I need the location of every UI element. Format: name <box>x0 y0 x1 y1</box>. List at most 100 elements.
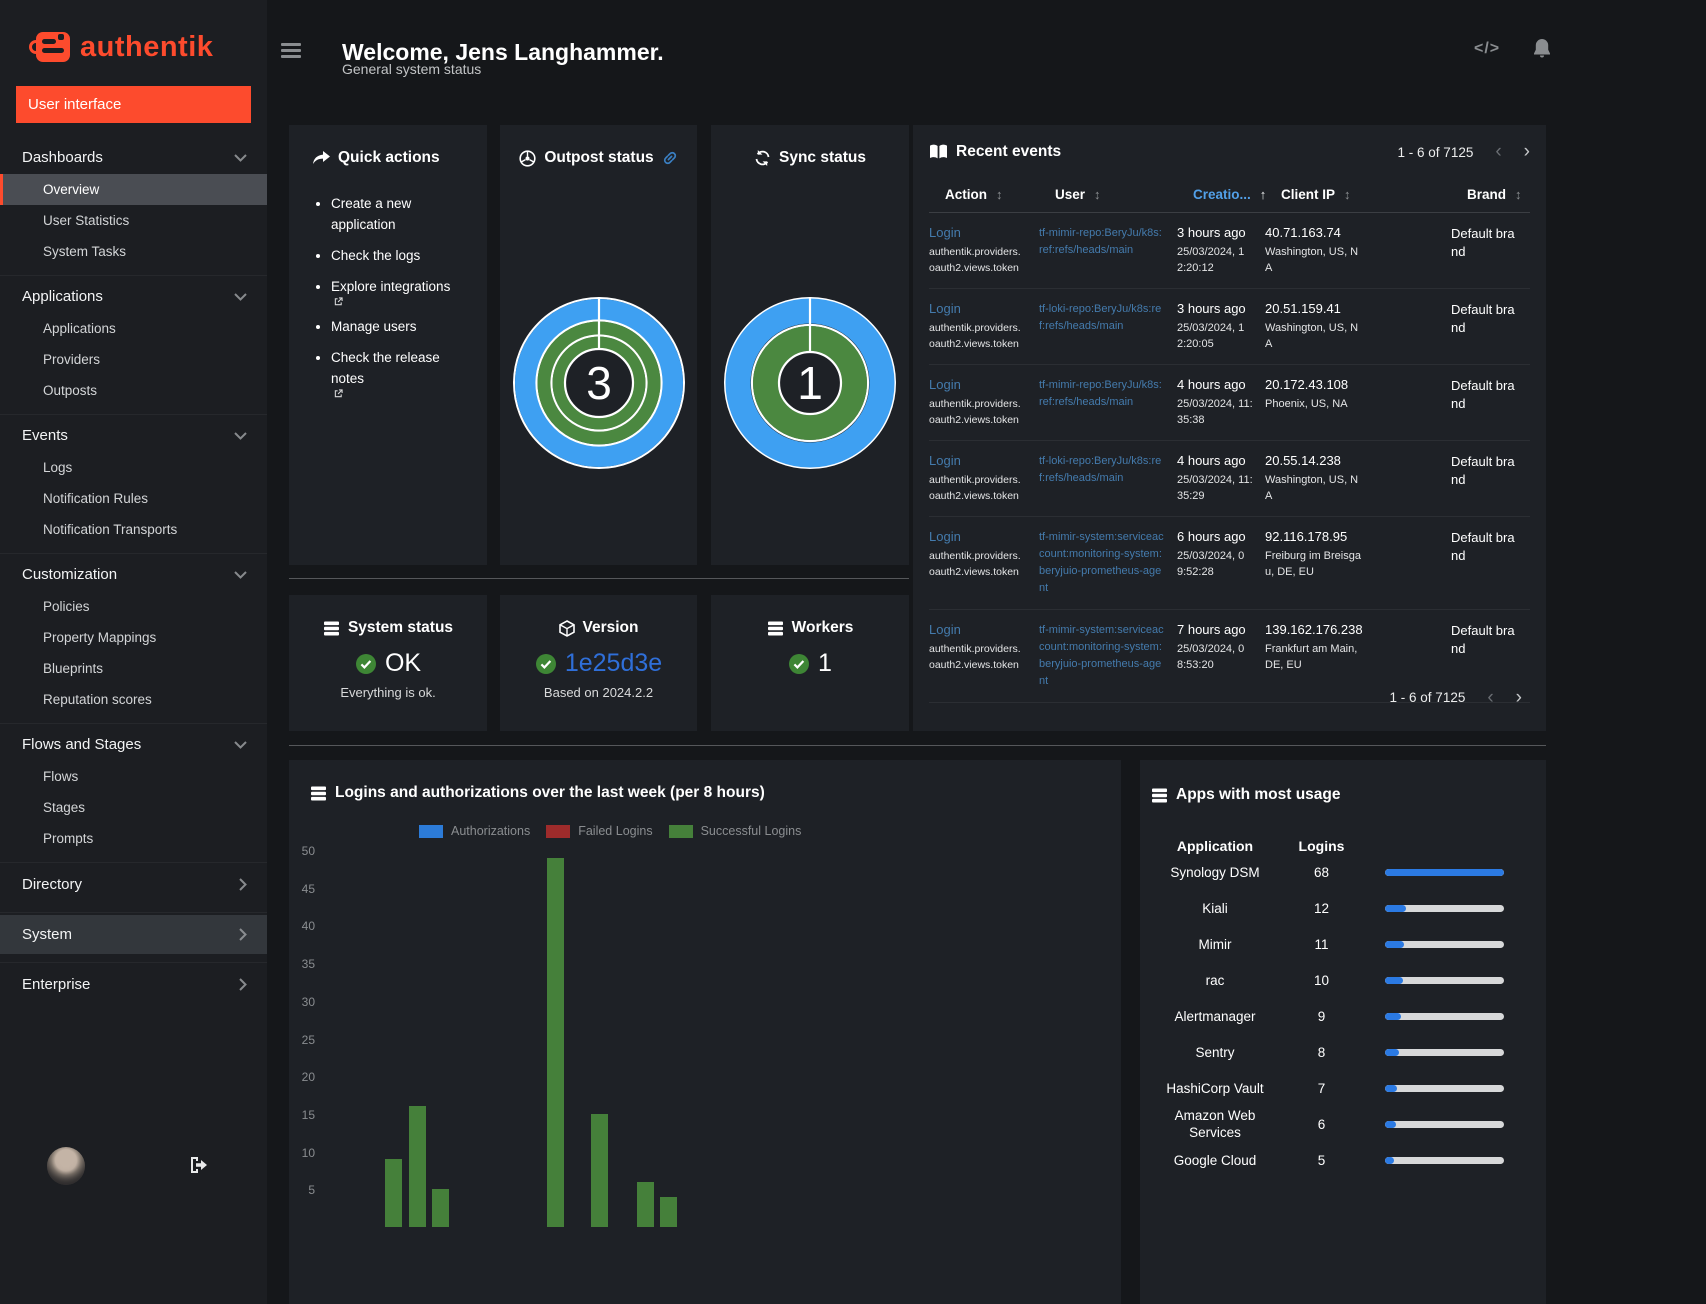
sidebar-item-user-statistics[interactable]: User Statistics <box>0 205 267 236</box>
sidebar-item-providers[interactable]: Providers <box>0 344 267 375</box>
logins-chart-card: Logins and authorizations over the last … <box>289 760 1121 1304</box>
event-action-link[interactable]: Login <box>929 453 1027 468</box>
hamburger-menu-icon[interactable] <box>281 43 301 59</box>
sidebar-section-label: Directory <box>22 876 83 893</box>
events-column-header-brand[interactable]: Brand ↕ <box>1467 187 1546 202</box>
pagination-prev-button[interactable]: ‹ <box>1495 142 1501 161</box>
apps-row-kiali: Kiali 12 <box>1151 890 1546 926</box>
sidebar-item-events[interactable]: Events <box>0 417 267 452</box>
event-action-link[interactable]: Login <box>929 301 1027 316</box>
sidebar-section-flows-and-stages: Flows and Stages Flows Stages Prompts <box>0 723 267 862</box>
bar-successful-logins <box>432 1189 449 1227</box>
events-column-header-user[interactable]: User ↕ <box>1055 187 1193 202</box>
chevron-right-icon <box>239 928 247 941</box>
event-action-link[interactable]: Login <box>929 225 1027 240</box>
sidebar-item-reputation-scores[interactable]: Reputation scores <box>0 684 267 715</box>
events-table-body: Login authentik.providers.oauth2.views.to… <box>929 213 1530 703</box>
sidebar-item-notification-rules[interactable]: Notification Rules <box>0 483 267 514</box>
event-client-location: Freiburg im Breisgau, DE, EU <box>1265 550 1361 578</box>
authentik-logo-icon <box>29 32 70 62</box>
sidebar-item-stages[interactable]: Stages <box>0 792 267 823</box>
pagination-next-button[interactable]: › <box>1516 688 1522 707</box>
event-user-cell: tf-mimir-system:serviceaccount:monitorin… <box>1039 529 1177 597</box>
quick-action-manage-users[interactable]: Manage users <box>331 316 463 337</box>
sidebar-item-logs[interactable]: Logs <box>0 452 267 483</box>
app-usage-bar <box>1385 1012 1504 1020</box>
app-login-count: 12 <box>1313 900 1330 916</box>
version-title: Version <box>582 619 639 636</box>
event-user-link[interactable]: tf-mimir-system:serviceaccount:monitorin… <box>1039 529 1165 597</box>
logout-icon[interactable] <box>189 1156 209 1174</box>
pagination-bottom: 1 - 6 of 7125 ‹ › <box>1390 688 1522 707</box>
event-action-detail: authentik.providers.oauth2.views.token <box>929 643 1021 671</box>
quick-action-explore-integrations[interactable]: Explore integrations <box>331 276 463 306</box>
event-action-link[interactable]: Login <box>929 377 1027 392</box>
sidebar-item-applications[interactable]: Applications <box>0 278 267 313</box>
y-axis-tick-label: 25 <box>301 1032 315 1047</box>
pagination-prev-button[interactable]: ‹ <box>1487 688 1493 707</box>
quick-action-check-the-logs[interactable]: Check the logs <box>331 245 463 266</box>
event-row: Login authentik.providers.oauth2.views.to… <box>929 441 1530 517</box>
sidebar-item-overview[interactable]: Overview <box>0 174 267 205</box>
event-time-relative: 3 hours ago <box>1177 225 1246 240</box>
quick-action-create-a-new-application[interactable]: Create a new application <box>331 193 463 235</box>
app-login-count: 6 <box>1317 1116 1326 1132</box>
event-user-link[interactable]: tf-mimir-system:serviceaccount:monitorin… <box>1039 622 1165 690</box>
app-usage-bar <box>1385 976 1504 984</box>
event-user-link[interactable]: tf-loki-repo:BeryJu/k8s:ref:refs/heads/m… <box>1039 453 1165 487</box>
app-name: Kiali <box>1202 900 1228 916</box>
quick-action-check-the-release-notes[interactable]: Check the release notes <box>331 347 463 398</box>
sidebar-item-flows-and-stages[interactable]: Flows and Stages <box>0 726 267 761</box>
sidebar-nav: Dashboards Overview User Statistics System … <box>0 137 267 1012</box>
avatar[interactable] <box>47 1147 85 1185</box>
event-action-detail: authentik.providers.oauth2.views.token <box>929 398 1021 426</box>
app-name: Google Cloud <box>1173 1152 1257 1168</box>
notification-bell-icon[interactable] <box>1532 38 1552 60</box>
pagination-next-button[interactable]: › <box>1524 142 1530 161</box>
sidebar-item-system[interactable]: System <box>0 915 267 954</box>
event-time-relative: 6 hours ago <box>1177 529 1246 544</box>
chevron-down-icon <box>234 292 247 301</box>
sidebar-item-flows[interactable]: Flows <box>0 761 267 792</box>
sidebar-item-property-mappings[interactable]: Property Mappings <box>0 622 267 653</box>
event-user-link[interactable]: tf-loki-repo:BeryJu/k8s:ref:refs/heads/m… <box>1039 301 1165 335</box>
sidebar-item-applications[interactable]: Applications <box>0 313 267 344</box>
column-label: Action <box>945 187 987 202</box>
share-arrow-icon <box>313 150 330 166</box>
sidebar-item-outposts[interactable]: Outposts <box>0 375 267 406</box>
sidebar-item-blueprints[interactable]: Blueprints <box>0 653 267 684</box>
event-user-link[interactable]: tf-mimir-repo:BeryJu/k8s:ref:refs/heads/… <box>1039 225 1165 259</box>
events-column-header-client-ip[interactable]: Client IP ↕ <box>1281 187 1467 202</box>
sidebar-item-enterprise[interactable]: Enterprise <box>0 965 267 1004</box>
event-user-link[interactable]: tf-mimir-repo:BeryJu/k8s:ref:refs/heads/… <box>1039 377 1165 411</box>
sidebar-item-notification-transports[interactable]: Notification Transports <box>0 514 267 545</box>
events-column-header-creatio-[interactable]: Creatio... ↑ <box>1193 187 1281 202</box>
event-client-ip-cell: 20.55.14.238 Washington, US, NA <box>1265 453 1451 504</box>
sidebar-item-customization[interactable]: Customization <box>0 556 267 591</box>
outpost-icon <box>519 149 536 167</box>
event-brand-cell: Default brand <box>1451 622 1530 690</box>
sidebar-section-events: Events Logs Notification Rules Notification… <box>0 414 267 553</box>
sidebar-item-policies[interactable]: Policies <box>0 591 267 622</box>
sort-icon: ↕ <box>1344 187 1351 202</box>
user-interface-button[interactable]: User interface <box>16 86 251 123</box>
event-client-ip: 20.51.159.41 <box>1265 301 1341 316</box>
events-column-header-action[interactable]: Action ↕ <box>945 187 1055 202</box>
sidebar-section-enterprise: Enterprise <box>0 962 267 1012</box>
version-value-link[interactable]: 1e25d3e <box>565 649 662 678</box>
sidebar-item-dashboards[interactable]: Dashboards <box>0 139 267 174</box>
sidebar-item-prompts[interactable]: Prompts <box>0 823 267 854</box>
event-action-link[interactable]: Login <box>929 622 1027 637</box>
sidebar-item-system-tasks[interactable]: System Tasks <box>0 236 267 267</box>
outpost-status-title: Outpost status <box>544 149 654 166</box>
event-client-ip-cell: 139.162.176.238 Frankfurt am Main, DE, EU <box>1265 622 1451 690</box>
event-time-relative: 7 hours ago <box>1177 622 1246 637</box>
event-action-link[interactable]: Login <box>929 529 1027 544</box>
link-icon[interactable] <box>662 150 678 166</box>
event-time-absolute: 25/03/2024, 12:20:05 <box>1177 322 1245 350</box>
api-code-icon[interactable]: </> <box>1474 40 1500 58</box>
sidebar-item-directory[interactable]: Directory <box>0 865 267 904</box>
event-action-detail: authentik.providers.oauth2.views.token <box>929 474 1021 502</box>
authentik-logo[interactable]: authentik <box>0 0 267 64</box>
event-time-relative: 4 hours ago <box>1177 453 1246 468</box>
